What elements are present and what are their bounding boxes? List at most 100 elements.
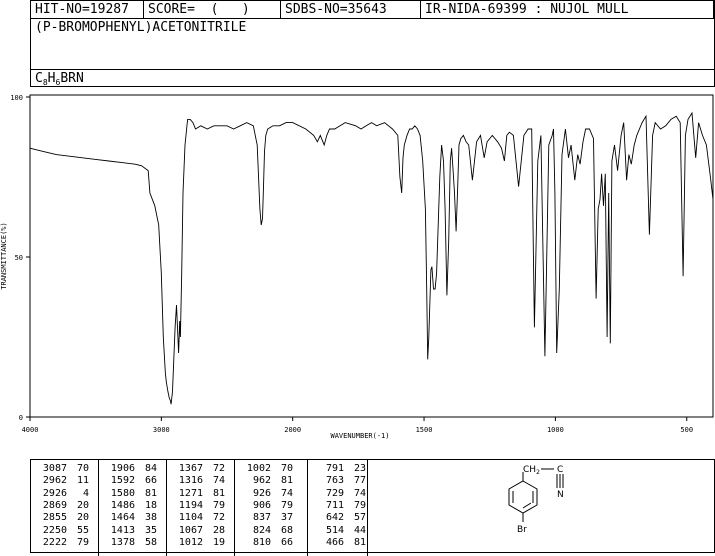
peak-transmittance: 77 (353, 475, 366, 487)
peak-column: 791 23 763 77 729 74 711 79 642 57 514 44 466 81 (308, 460, 368, 556)
peak-column: 1002 70 962 81 926 74 906 79 837 37 824 68 810 66 (235, 460, 308, 556)
peak-row: 1580 81 (105, 487, 157, 500)
x-tick-label: 4000 (22, 426, 39, 434)
peak-wavenumber: 2926 (42, 487, 67, 499)
header-box: HIT-NO=19287 SCORE= ( ) SDBS-NO=35643 IR… (30, 0, 715, 87)
peak-transmittance: 79 (353, 499, 366, 511)
peak-row: 2855 20 (37, 513, 89, 524)
peak-row: 3087 70 (37, 463, 89, 475)
peak-transmittance: 66 (144, 475, 157, 487)
peak-row: 1378 58 (105, 536, 157, 549)
peak-row: 1592 66 (105, 476, 157, 487)
molecular-formula: C8H6BRN (35, 71, 84, 87)
peak-wavenumber: 2962 (42, 475, 67, 487)
peak-row: 1906 84 (105, 463, 157, 475)
peak-row: 824 68 (241, 524, 293, 537)
y-tick-label: 50 (15, 254, 23, 262)
peak-transmittance: 79 (280, 499, 293, 511)
x-tick-label: 1000 (547, 426, 564, 434)
peak-wavenumber: 729 (325, 487, 344, 499)
peak-wavenumber: 1413 (110, 524, 135, 536)
peak-row: 642 57 (314, 513, 366, 524)
peak-row: 763 77 (314, 476, 366, 487)
peak-wavenumber: 2250 (42, 524, 67, 536)
y-tick-label: 100 (10, 94, 23, 102)
peak-row: 906 79 (241, 499, 293, 512)
ir-spectrum-chart: 4000 3000 2000 1500 1000 500 0 50 100 WAVENUMBE… (0, 94, 714, 440)
peak-transmittance: 74 (212, 475, 225, 487)
peak-row: 1413 35 (105, 524, 157, 537)
peak-transmittance: 70 (76, 463, 89, 474)
x-tick-label: 3000 (153, 426, 170, 434)
compound-name: (P-BROMOPHENYL)ACETONITRILE (35, 20, 247, 35)
peak-transmittance: 35 (144, 524, 157, 536)
peak-row: 2250 55 (37, 524, 89, 537)
peak-row: 1067 28 (173, 524, 225, 537)
peak-wavenumber: 711 (325, 499, 344, 511)
peak-transmittance: 44 (353, 524, 366, 536)
peak-row: 1316 74 (173, 476, 225, 487)
peak-row: 926 74 (241, 487, 293, 500)
x-tick-label: 500 (680, 426, 693, 434)
peak-transmittance: 19 (212, 536, 225, 548)
peak-transmittance: 72 (212, 463, 225, 474)
peak-transmittance: 55 (76, 524, 89, 536)
peak-row: 962 81 (241, 476, 293, 487)
peak-wavenumber: 1580 (110, 487, 135, 499)
ch2-label: CH2 (523, 465, 540, 476)
peak-wavenumber: 810 (252, 536, 271, 548)
peak-transmittance: 57 (353, 512, 366, 524)
peak-wavenumber: 1104 (178, 512, 203, 524)
peak-transmittance: 72 (212, 512, 225, 524)
peak-transmittance: 38 (144, 512, 157, 524)
peak-row: 1002 70 (241, 463, 293, 475)
peak-transmittance: 28 (212, 524, 225, 536)
peak-row: 1271 81 (173, 488, 225, 500)
peak-wavenumber: 2222 (42, 536, 67, 548)
peak-wavenumber: 1367 (178, 463, 203, 474)
peak-wavenumber: 763 (325, 475, 344, 487)
peak-wavenumber: 1906 (110, 463, 135, 474)
peak-row: 1464 38 (105, 513, 157, 524)
peak-transmittance: 20 (76, 499, 89, 511)
peak-transmittance: 74 (353, 487, 366, 499)
peak-wavenumber: 837 (252, 512, 271, 524)
peak-transmittance: 37 (280, 512, 293, 524)
peak-row: 1104 72 (173, 513, 225, 524)
peak-wavenumber: 1464 (110, 512, 135, 524)
peak-wavenumber: 1378 (110, 536, 135, 548)
peak-column: 1906 84 1592 66 1580 81 1486 18 1464 38 1413 35 1378… (99, 460, 167, 556)
peak-row: 2869 20 (37, 499, 89, 512)
peak-transmittance: 68 (280, 524, 293, 536)
peak-row: 1367 72 (173, 463, 225, 475)
x-axis-label: WAVENUMBER(-1) (330, 432, 389, 440)
peak-wavenumber: 642 (325, 512, 344, 524)
peak-wavenumber: 3087 (42, 463, 67, 474)
peak-wavenumber: 791 (325, 463, 344, 474)
sdbs-number: SDBS-NO=35643 (281, 1, 421, 18)
peak-transmittance: 11 (76, 475, 89, 487)
peak-wavenumber: 1002 (246, 463, 271, 474)
peak-column: 1367 72 1316 74 1271 81 1194 79 1104 72 1067 28 1012… (167, 460, 235, 556)
ir-nida: IR-NIDA-69399 : NUJOL MULL (421, 1, 714, 18)
score: SCORE= ( ) (144, 1, 281, 18)
peak-transmittance: 20 (76, 512, 89, 524)
peak-wavenumber: 1194 (178, 499, 203, 511)
peak-wavenumber: 1592 (110, 475, 135, 487)
peak-wavenumber: 824 (252, 524, 271, 536)
y-tick-label: 0 (19, 414, 23, 422)
peak-wavenumber: 1067 (178, 524, 203, 536)
peak-transmittance: 81 (144, 487, 157, 499)
peak-wavenumber: 962 (252, 475, 271, 487)
spectrum-line (29, 111, 714, 405)
peak-wavenumber: 2869 (42, 499, 67, 511)
bromine-label: Br (517, 525, 527, 535)
peak-transmittance: 81 (280, 475, 293, 487)
peak-row: 1486 18 (105, 499, 157, 512)
peak-transmittance: 23 (353, 463, 366, 474)
peak-column: 3087 70 2962 11 2926 4 2869 20 2855 20 2250 55 2222 7… (31, 460, 99, 556)
peak-transmittance: 74 (280, 487, 293, 499)
peak-wavenumber: 466 (325, 536, 344, 548)
peak-row: 837 37 (241, 513, 293, 524)
peak-transmittance: 18 (144, 499, 157, 511)
